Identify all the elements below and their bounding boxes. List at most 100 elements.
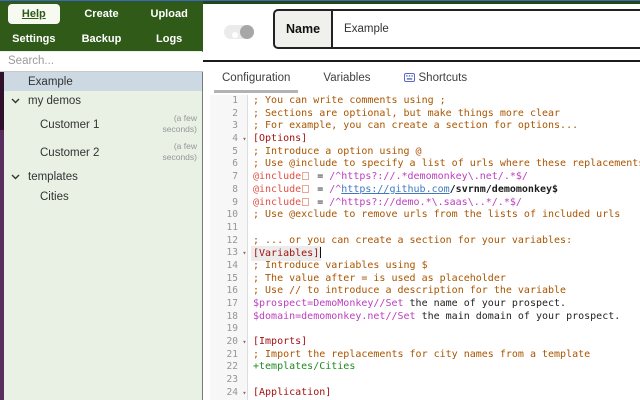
code-line: 20 ▾ [Imports] <box>210 336 640 349</box>
search-input[interactable] <box>0 51 203 72</box>
code-line: 1 ; You can write comments using ; <box>210 95 640 108</box>
tab-label: Shortcuts <box>418 71 468 84</box>
fold-gutter <box>240 311 249 324</box>
fold-marker-icon[interactable]: ▾ <box>240 387 249 400</box>
code-token: $domain=demomonkey.net//Set <box>253 310 416 322</box>
tab-configuration[interactable]: Configuration <box>213 66 299 93</box>
sidebar-scrollbar-thumb[interactable] <box>0 72 4 130</box>
fold-gutter <box>240 108 249 121</box>
code-text: [Application] <box>249 387 331 400</box>
fold-gutter <box>240 323 249 336</box>
code-text: +templates/Cities <box>249 361 355 374</box>
tree-item-templates[interactable]: templates <box>0 167 202 187</box>
code-line: 22 +templates/Cities <box>210 361 640 374</box>
fold-marker-icon[interactable]: ▾ <box>240 133 249 146</box>
tree-item-my-demos[interactable]: my demos <box>0 91 202 111</box>
tree-item-example[interactable]: Example <box>0 72 202 91</box>
name-label: Name <box>273 9 332 49</box>
code-line: 23 <box>210 374 640 387</box>
tab-label: Variables <box>323 71 371 84</box>
tab-shortcuts[interactable]: Shortcuts <box>402 66 470 93</box>
code-token: the name of your prospect. <box>403 298 567 309</box>
fold-gutter <box>240 171 249 184</box>
code-line: 6 ; Use @include to specify a list of url… <box>210 158 640 171</box>
tab-variables[interactable]: Variables <box>321 66 372 93</box>
line-number: 20 <box>226 336 238 348</box>
code-token: ; The value after = is used as placehold… <box>253 272 506 284</box>
nav-button-backup[interactable]: Backup <box>72 29 132 49</box>
code-text: [Variables] <box>249 247 322 260</box>
fold-gutter <box>240 235 249 248</box>
nav-button-help[interactable]: Help <box>7 3 60 24</box>
code-token: /^ <box>329 183 342 195</box>
array-option-box-icon <box>302 197 310 206</box>
code-line: 19 <box>210 323 640 336</box>
fold-gutter <box>240 158 249 171</box>
line-number: 8 <box>232 183 238 195</box>
code-token: +templates/Cities <box>253 361 356 373</box>
sidebar-scrollbar[interactable] <box>0 72 4 400</box>
name-input[interactable] <box>331 9 640 49</box>
code-text: ; Use @include to specify a list of urls… <box>249 158 640 171</box>
tree-item-cities[interactable]: Cities <box>0 187 202 206</box>
code-token: ; Introduce variables using $ <box>253 259 428 271</box>
line-number: 13 <box>226 247 238 259</box>
line-number: 6 <box>232 158 238 170</box>
code-editor[interactable]: 1 ; You can write comments using ; 2 ; Sect… <box>210 95 640 400</box>
enable-toggle-knob[interactable] <box>240 25 254 39</box>
chevron-down-icon[interactable] <box>11 174 20 180</box>
line-number: 21 <box>226 348 238 360</box>
code-line: 4 ▾ [Options] <box>210 133 640 146</box>
line-number: 5 <box>232 145 238 157</box>
code-text: ; You can write comments using ; <box>249 95 446 108</box>
configuration-tree: Example my demos Customer 1 (a few seconds) C… <box>0 72 202 400</box>
line-number: 4 <box>232 133 238 145</box>
line-number: 10 <box>226 209 238 221</box>
nav-button-upload[interactable]: Upload <box>141 4 198 24</box>
main-panel: Name Configuration Variables Shortcuts 1 ; … <box>203 0 640 400</box>
url-link[interactable]: https://github.com <box>341 184 449 195</box>
fold-gutter <box>240 184 249 197</box>
tree-item-customer-1[interactable]: Customer 1 (a few seconds) <box>0 111 202 139</box>
code-token: ; Use @exclude to remove urls from the l… <box>253 209 621 221</box>
line-number: 14 <box>226 259 238 271</box>
nav-button-create[interactable]: Create <box>74 4 128 24</box>
name-input-group: Name <box>273 9 640 49</box>
main-menu: Help Create Upload Settings Backup Logs <box>0 1 203 51</box>
line-number: 2 <box>232 107 238 119</box>
code-token: = <box>311 171 330 183</box>
code-line: 9 @include = /^https?://demo.*\.saas\..*/… <box>210 197 640 210</box>
code-line: 8 @include = /^https://github.com/svrnm/d… <box>210 184 640 197</box>
tree-item-customer-2[interactable]: Customer 2 (a few seconds) <box>0 139 202 167</box>
fold-gutter <box>240 260 249 273</box>
code-line: 7 @include = /^https?://.*demomonkey\.net… <box>210 171 640 184</box>
code-token: @include <box>253 196 302 208</box>
nav-button-logs[interactable]: Logs <box>146 29 192 49</box>
code-text: $prospect=DemoMonkey//Set the name of yo… <box>249 298 566 311</box>
line-number: 22 <box>226 361 238 373</box>
chevron-down-icon[interactable] <box>11 98 20 104</box>
code-line: 2 ; Sections are optional, but make thing… <box>210 108 640 121</box>
code-token: ; Import the replacements for city names… <box>253 348 591 360</box>
nav-button-settings[interactable]: Settings <box>2 29 65 49</box>
line-number: 12 <box>226 234 238 246</box>
keyboard-icon <box>403 73 415 82</box>
code-text: $domain=demomonkey.net//Set the main dom… <box>249 311 620 324</box>
fold-gutter <box>240 95 249 108</box>
code-text: [Options] <box>249 133 307 146</box>
fold-marker-icon[interactable]: ▾ <box>240 247 249 260</box>
code-token: ; Use @include to specify a list of urls… <box>253 158 640 170</box>
array-option-box-icon <box>302 184 310 193</box>
code-text: @include = /^https://github.com/svrnm/de… <box>249 184 558 197</box>
code-text: ; Use @exclude to remove urls from the l… <box>249 209 620 222</box>
line-number: 15 <box>226 272 238 284</box>
enable-toggle[interactable] <box>224 25 254 39</box>
fold-marker-icon[interactable]: ▾ <box>240 336 249 349</box>
fold-gutter <box>240 146 249 159</box>
line-number: 19 <box>226 323 238 335</box>
code-text: ; Introduce a option using @ <box>249 146 422 159</box>
fold-gutter <box>240 285 249 298</box>
